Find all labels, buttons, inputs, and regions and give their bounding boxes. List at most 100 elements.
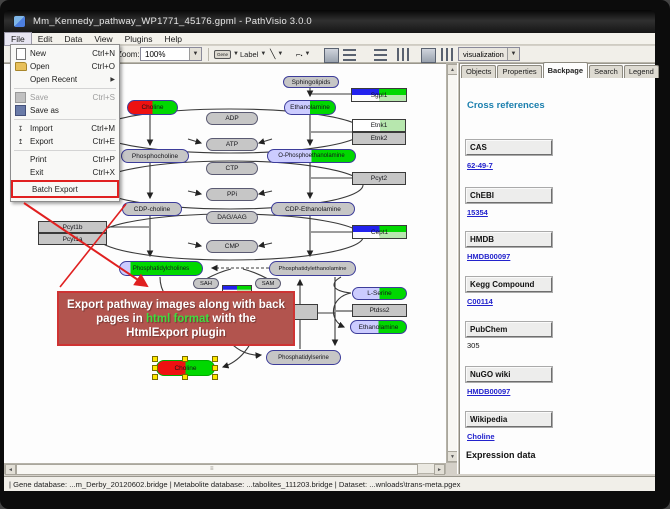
annotation-callout: Export pathway images along with back pa… bbox=[57, 291, 295, 346]
cas-link[interactable]: 62-49-7 bbox=[467, 161, 493, 170]
line-tool-button[interactable]: ╲ ▼ bbox=[268, 47, 285, 61]
menu-edit[interactable]: Edit bbox=[32, 33, 59, 45]
title-bar[interactable]: Mm_Kennedy_pathway_WP1771_45176.gpml - P… bbox=[4, 10, 655, 33]
align-center-icon[interactable] bbox=[421, 48, 436, 63]
chebi-link[interactable]: 15354 bbox=[467, 208, 488, 217]
node-gene-partially-hidden[interactable] bbox=[293, 304, 318, 320]
menu-item-import[interactable]: ↧ ImportCtrl+M bbox=[11, 122, 119, 135]
tab-search[interactable]: Search bbox=[589, 65, 623, 78]
node-etnk1[interactable]: Etnk1 bbox=[352, 119, 406, 132]
connector-tool-button[interactable]: ⌐▪ ▼ bbox=[294, 47, 312, 61]
tab-backpage[interactable]: Backpage bbox=[543, 62, 588, 78]
section-header-cas: CAS bbox=[466, 140, 552, 155]
expression-data-heading: Expression data bbox=[466, 450, 536, 460]
open-folder-icon bbox=[14, 62, 27, 71]
callout-line2-pre: pages in bbox=[96, 313, 146, 325]
scroll-left-arrow-icon[interactable]: ◄ bbox=[5, 464, 16, 475]
node-cdp-choline[interactable]: CDP-choline bbox=[122, 202, 182, 216]
node-phosphatidylcholines[interactable]: Phosphatidylcholines bbox=[119, 261, 203, 276]
menu-item-save: SaveCtrl+S bbox=[11, 91, 119, 104]
node-cept1[interactable]: Cept1 bbox=[352, 225, 407, 239]
node-etnk2[interactable]: Etnk2 bbox=[352, 132, 406, 145]
node-cdp-ethanolamine[interactable]: CDP-Ethanolamine bbox=[271, 202, 355, 216]
stamp-tool-icon[interactable] bbox=[324, 48, 339, 63]
status-text: | Gene database: ...m_Derby_20120602.bri… bbox=[9, 480, 460, 489]
menu-item-export[interactable]: ↥ ExportCtrl+E bbox=[11, 135, 119, 148]
section-header-hmdb: HMDB bbox=[466, 232, 552, 247]
menu-item-batch-export[interactable]: Batch Export bbox=[11, 180, 119, 198]
visualization-value: visualization bbox=[463, 50, 504, 59]
selection-handle[interactable] bbox=[152, 365, 158, 371]
menu-item-exit[interactable]: ExitCtrl+X bbox=[11, 166, 119, 179]
section-header-kegg: Kegg Compound bbox=[466, 277, 552, 292]
selection-handle[interactable] bbox=[212, 374, 218, 380]
selection-handle[interactable] bbox=[182, 356, 188, 362]
horizontal-scroll-thumb[interactable] bbox=[16, 464, 418, 475]
menu-view[interactable]: View bbox=[88, 33, 118, 45]
node-phosphatidylserine[interactable]: Phosphatidylserine bbox=[266, 350, 341, 365]
dropdown-arrow-icon: ▼ bbox=[260, 51, 266, 57]
label-tool-button[interactable]: Label ▼ bbox=[238, 47, 268, 61]
stack-vertical-icon[interactable] bbox=[374, 48, 387, 61]
stack-horizontal-icon[interactable] bbox=[397, 48, 410, 61]
menu-data[interactable]: Data bbox=[58, 33, 88, 45]
tab-objects[interactable]: Objects bbox=[461, 65, 496, 78]
node-dag-aag[interactable]: DAG/AAG bbox=[206, 211, 258, 224]
node-ethanolamine-bottom[interactable]: Ethanolamine bbox=[350, 320, 407, 334]
window-title: Mm_Kennedy_pathway_WP1771_45176.gpml - P… bbox=[33, 16, 312, 27]
submenu-arrow-icon: ▶ bbox=[110, 76, 115, 83]
node-cmp[interactable]: CMP bbox=[206, 240, 258, 253]
menu-item-new[interactable]: NewCtrl+N bbox=[11, 47, 119, 60]
node-sam[interactable]: SAM bbox=[255, 278, 281, 289]
distribute-icon[interactable] bbox=[441, 48, 454, 61]
menu-separator bbox=[14, 119, 116, 120]
node-ethanolamine-top[interactable]: Ethanolamine bbox=[284, 100, 336, 115]
visualization-combobox[interactable]: visualization ▼ bbox=[458, 47, 520, 61]
vertical-scrollbar[interactable]: ▲ ▼ bbox=[446, 63, 457, 463]
node-pcyt1a[interactable]: Pcyt1a bbox=[38, 233, 107, 245]
selection-handle[interactable] bbox=[152, 374, 158, 380]
tab-properties[interactable]: Properties bbox=[497, 65, 541, 78]
nugo-link[interactable]: HMDB00097 bbox=[467, 387, 510, 396]
horizontal-scrollbar[interactable]: ◄ ≡ ► bbox=[4, 463, 446, 474]
align-horizontal-icon[interactable] bbox=[343, 48, 356, 61]
node-adp[interactable]: ADP bbox=[206, 112, 258, 125]
selection-handle[interactable] bbox=[182, 374, 188, 380]
dropdown-arrow-icon[interactable]: ▼ bbox=[189, 48, 201, 60]
menu-item-open[interactable]: OpenCtrl+O bbox=[11, 60, 119, 73]
line-icon: ╲ bbox=[270, 49, 275, 60]
menu-item-print[interactable]: PrintCtrl+P bbox=[11, 153, 119, 166]
node-choline-top[interactable]: Choline bbox=[127, 100, 178, 115]
callout-line2-post: with the bbox=[209, 313, 256, 325]
node-pcyt1b[interactable]: Pcyt1b bbox=[38, 221, 107, 233]
gene-tool-button[interactable]: Gene ▼ bbox=[212, 47, 241, 61]
node-ppi[interactable]: PPi bbox=[206, 188, 258, 201]
node-sphingolipids[interactable]: Sphingolipids bbox=[283, 76, 339, 88]
menu-help[interactable]: Help bbox=[159, 33, 188, 45]
selection-handle[interactable] bbox=[152, 356, 158, 362]
zoom-combobox[interactable]: 100% ▼ bbox=[140, 47, 202, 61]
menu-item-save-as[interactable]: Save as bbox=[11, 104, 119, 117]
node-sgpl1[interactable]: Sgpl1 bbox=[351, 88, 407, 102]
menu-item-open-recent[interactable]: Open Recent▶ bbox=[11, 73, 119, 86]
dropdown-arrow-icon: ▼ bbox=[277, 51, 283, 57]
node-o-phosphoethanolamine[interactable]: O-Phosphoethanolamine bbox=[267, 149, 356, 163]
selection-handle[interactable] bbox=[212, 365, 218, 371]
node-ctp[interactable]: CTP bbox=[206, 162, 258, 175]
node-atp[interactable]: ATP bbox=[206, 138, 258, 151]
node-sah[interactable]: SAH bbox=[193, 278, 219, 289]
selection-handle[interactable] bbox=[212, 356, 218, 362]
node-l-serine[interactable]: L-Serine bbox=[352, 287, 407, 300]
hmdb-link[interactable]: HMDB00097 bbox=[467, 252, 510, 261]
node-pcyt2[interactable]: Pcyt2 bbox=[352, 172, 406, 185]
tab-legend[interactable]: Legend bbox=[624, 65, 659, 78]
menu-plugins[interactable]: Plugins bbox=[119, 33, 159, 45]
node-phosphatidylethanolamine[interactable]: Phosphatidylethanolamine bbox=[269, 261, 356, 276]
kegg-link[interactable]: C00114 bbox=[467, 297, 493, 306]
scroll-right-arrow-icon[interactable]: ► bbox=[434, 464, 445, 475]
node-phosphocholine[interactable]: Phosphocholine bbox=[121, 149, 189, 163]
node-ptdss2[interactable]: Ptdss2 bbox=[352, 304, 407, 317]
dropdown-arrow-icon[interactable]: ▼ bbox=[507, 48, 519, 60]
wikipedia-link[interactable]: Choline bbox=[467, 432, 495, 441]
zoom-label: Zoom: bbox=[117, 50, 140, 59]
